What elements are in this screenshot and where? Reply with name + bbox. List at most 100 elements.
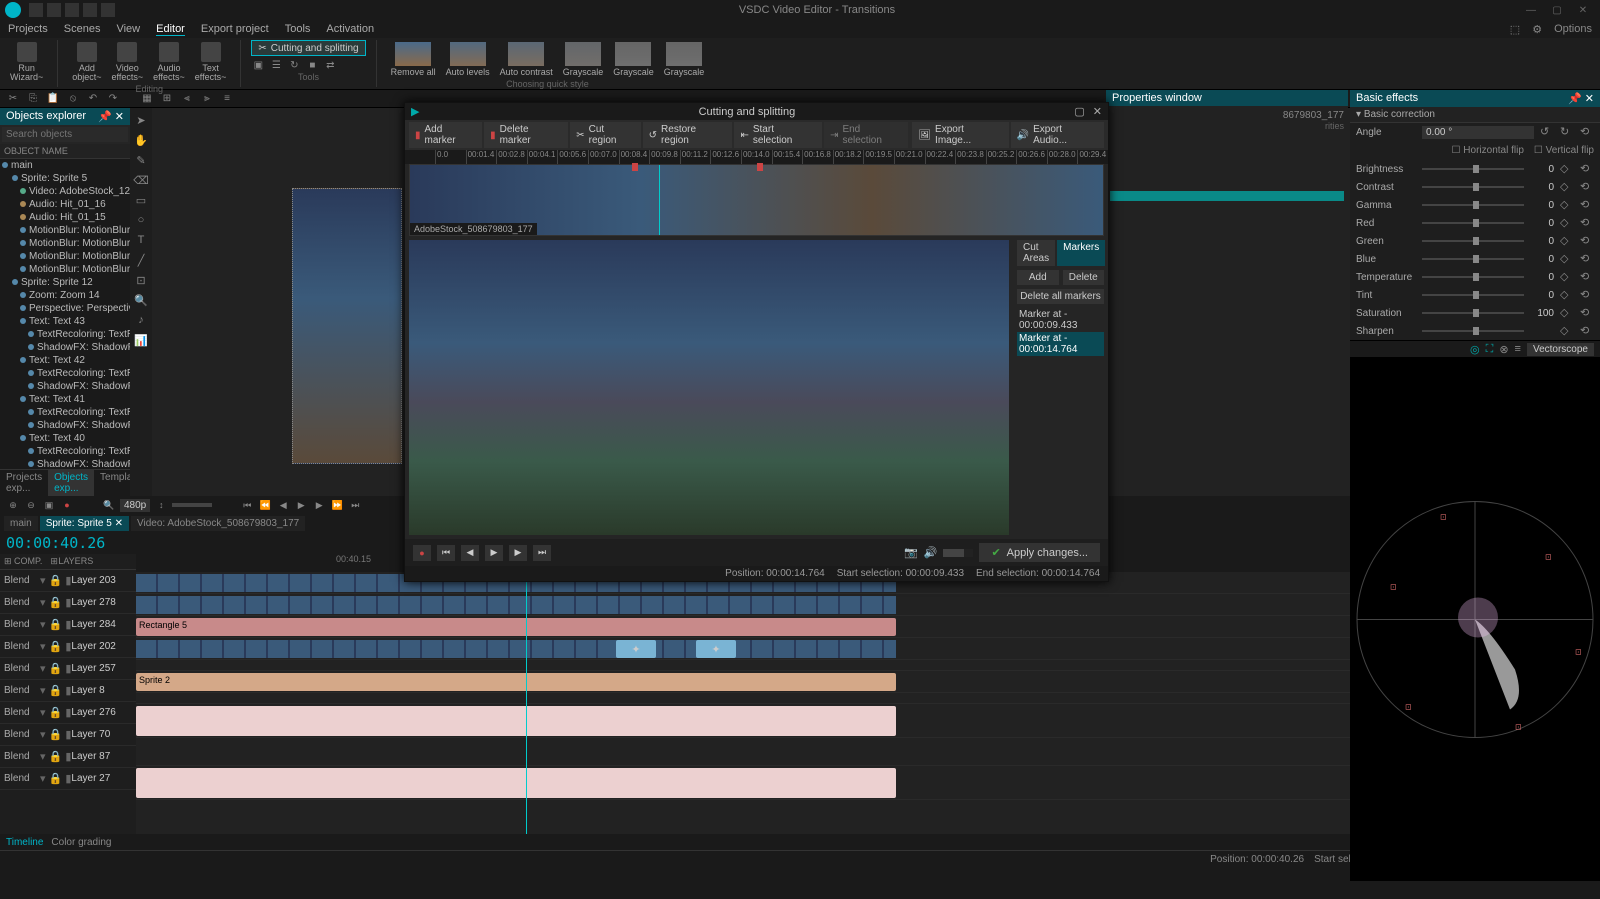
crop-icon[interactable]: ⊡	[133, 272, 149, 288]
layer-row[interactable]: Blend▾ 🔒 ▮Layer 276	[0, 702, 136, 724]
reset-icon[interactable]: ⟲	[1580, 324, 1594, 338]
reset-icon[interactable]: ⟲	[1580, 125, 1594, 139]
tree-item[interactable]: Perspective: Perspective 4	[0, 302, 130, 315]
tree-item[interactable]: Video: AdobeStock_124972356_1...	[0, 185, 130, 198]
align-icon[interactable]: ⫸	[200, 92, 214, 106]
paste-icon[interactable]: 📋	[46, 92, 60, 106]
tree-item[interactable]: MotionBlur: MotionBlur 16	[0, 224, 130, 237]
undo-icon[interactable]: ↶	[86, 92, 100, 106]
style-auto-contrast[interactable]: Auto contrast	[496, 40, 557, 79]
waveform-clip[interactable]	[136, 706, 896, 736]
tool-icon[interactable]: ▣	[251, 58, 265, 72]
tl-icon[interactable]: ⊖	[24, 498, 38, 512]
step-back-icon[interactable]: ⏪	[258, 498, 272, 512]
help-icon[interactable]: ⬚	[1510, 23, 1520, 36]
maximize-button[interactable]: ▢	[1545, 3, 1569, 17]
marker[interactable]	[757, 163, 763, 171]
tool-icon[interactable]: ⇄	[323, 58, 337, 72]
tree-item[interactable]: Audio: Hit_01_15	[0, 211, 130, 224]
layer-row[interactable]: Blend▾ 🔒 ▮Layer 27	[0, 768, 136, 790]
tab-objects[interactable]: Objects exp...	[48, 470, 94, 496]
tool-icon[interactable]: ↻	[287, 58, 301, 72]
qa-icon[interactable]	[29, 3, 43, 17]
tab-projects[interactable]: Projects exp...	[0, 470, 48, 496]
run-wizard-button[interactable]: Run Wizard~	[6, 40, 47, 84]
rotate-cw-icon[interactable]: ↻	[1560, 125, 1574, 139]
qa-icon[interactable]	[47, 3, 61, 17]
menu-export[interactable]: Export project	[201, 23, 269, 35]
reset-icon[interactable]: ⟲	[1580, 252, 1594, 266]
copy-icon[interactable]: ⎘	[26, 92, 40, 106]
chart-icon[interactable]: 📊	[133, 332, 149, 348]
rotate-ccw-icon[interactable]: ↺	[1540, 125, 1554, 139]
keyframe-icon[interactable]: ◇	[1560, 162, 1574, 176]
tint-slider[interactable]	[1422, 294, 1524, 296]
tl-icon[interactable]: ▣	[42, 498, 56, 512]
tl-record-icon[interactable]: ●	[60, 498, 74, 512]
menu-view[interactable]: View	[116, 23, 140, 35]
preview-resolution[interactable]: 480p	[120, 499, 150, 512]
horizontal-flip-checkbox[interactable]: ☐ Horizontal flip	[1452, 145, 1524, 156]
video-effects-button[interactable]: Video effects~	[108, 40, 148, 84]
layer-row[interactable]: Blend▾ 🔒 ▮Layer 70	[0, 724, 136, 746]
tree-item[interactable]: TextRecoloring: TextRecoloring	[0, 445, 130, 458]
play-button[interactable]: ▶	[485, 545, 503, 561]
qa-icon[interactable]	[83, 3, 97, 17]
tree-item[interactable]: TextRecoloring: TextRecoloring	[0, 367, 130, 380]
tree-item[interactable]: ShadowFX: ShadowFX 42	[0, 380, 130, 393]
keyframe-icon[interactable]: ◇	[1560, 180, 1574, 194]
goto-start-button[interactable]: ⏮	[437, 545, 455, 561]
zoom-slider[interactable]	[172, 503, 212, 507]
style-auto-levels[interactable]: Auto levels	[442, 40, 494, 79]
gamma-slider[interactable]	[1422, 204, 1524, 206]
next-frame-button[interactable]: ▶	[509, 545, 527, 561]
qa-icon[interactable]	[65, 3, 79, 17]
tree-item[interactable]: Text: Text 41	[0, 393, 130, 406]
tree-item[interactable]: ShadowFX: ShadowFX 43	[0, 341, 130, 354]
tab-cut-areas[interactable]: Cut Areas	[1017, 240, 1055, 266]
layer-row[interactable]: Blend▾ 🔒 ▮Layer 202	[0, 636, 136, 658]
align-icon[interactable]: ⊞	[160, 92, 174, 106]
layer-row[interactable]: Blend▾ 🔒 ▮Layer 284	[0, 614, 136, 636]
line-icon[interactable]: ╱	[133, 252, 149, 268]
green-slider[interactable]	[1422, 240, 1524, 242]
keyframe-icon[interactable]: ◇	[1560, 234, 1574, 248]
delete-icon[interactable]: ⦸	[66, 92, 80, 106]
keyframe-icon[interactable]: ◇	[1560, 288, 1574, 302]
marker-item[interactable]: Marker at - 00:00:09.433	[1017, 308, 1104, 332]
search-input[interactable]	[2, 127, 128, 142]
tree-item[interactable]: MotionBlur: MotionBlur 14	[0, 250, 130, 263]
menu-editor[interactable]: Editor	[156, 23, 185, 36]
audio-effects-button[interactable]: Audio effects~	[149, 40, 189, 84]
temperature-slider[interactable]	[1422, 276, 1524, 278]
basic-correction-section[interactable]: Basic correction	[1364, 109, 1435, 120]
tree-item[interactable]: ShadowFX: ShadowFX 41	[0, 419, 130, 432]
red-slider[interactable]	[1422, 222, 1524, 224]
brush-icon[interactable]: ✎	[133, 152, 149, 168]
pin-icon[interactable]: 📌 ✕	[1568, 92, 1594, 105]
shape-icon[interactable]: ▭	[133, 192, 149, 208]
scope-icon[interactable]: ◎	[1470, 343, 1480, 356]
timeline-tab-sprite[interactable]: Sprite: Sprite 5 ✕	[40, 516, 129, 531]
tree-item[interactable]: Audio: Hit_01_16	[0, 198, 130, 211]
cut-icon[interactable]: ✂	[6, 92, 20, 106]
keyframe-icon[interactable]: ◇	[1560, 324, 1574, 338]
cutting-splitting-button[interactable]: ✂Cutting and splitting	[251, 40, 365, 56]
layer-row[interactable]: Blend▾ 🔒 ▮Layer 278	[0, 592, 136, 614]
tl-icon[interactable]: 🔍	[102, 498, 116, 512]
keyframe-icon[interactable]: ◇	[1560, 198, 1574, 212]
rectangle-clip[interactable]: Rectangle 5	[136, 618, 896, 636]
delete-all-markers-button[interactable]: Delete all markers	[1017, 289, 1104, 304]
layer-row[interactable]: Blend▾ 🔒 ▮Layer 87	[0, 746, 136, 768]
vectorscope-label[interactable]: Vectorscope	[1527, 343, 1594, 356]
tree-item[interactable]: Sprite: Sprite 12	[0, 276, 130, 289]
reset-icon[interactable]: ⟲	[1580, 180, 1594, 194]
goto-start-icon[interactable]: ⏮	[240, 498, 254, 512]
tree-item[interactable]: TextRecoloring: TextRecoloring	[0, 406, 130, 419]
end-selection-button[interactable]: ⇥End selection	[824, 122, 908, 148]
bottom-tab-timeline[interactable]: Timeline	[6, 837, 43, 848]
text-icon[interactable]: T	[133, 232, 149, 248]
tree-item[interactable]: MotionBlur: MotionBlur 13	[0, 263, 130, 276]
video-clip[interactable]	[136, 640, 896, 658]
layer-row[interactable]: Blend▾ 🔒 ▮Layer 257	[0, 658, 136, 680]
